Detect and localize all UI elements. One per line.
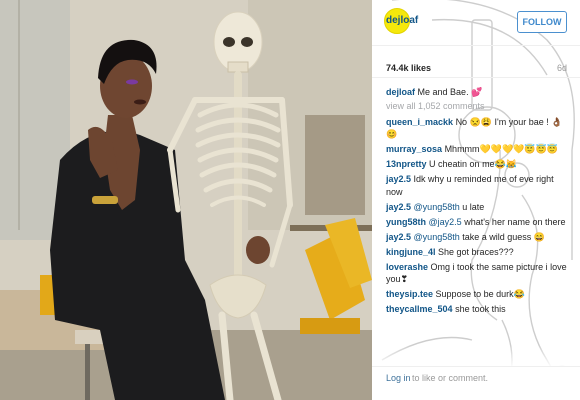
comments-fade <box>372 345 580 367</box>
comment-text: what's her name on there <box>464 216 566 227</box>
comment-item: queen_i_mackk No 😒😩 I'm your bae ! 👌🏾😊 <box>386 116 572 141</box>
comment-mention[interactable]: @yung58th <box>414 232 460 242</box>
comment-item: jay2.5 Idk why u reminded me of eve righ… <box>386 173 572 198</box>
caption-username[interactable]: dejloaf <box>386 87 415 97</box>
caption-text: Me and Bae. 💕 <box>417 87 483 97</box>
comment-text: Suppose to be durk😂 <box>435 289 525 299</box>
caption: dejloaf Me and Bae. 💕 <box>386 86 572 99</box>
follow-button[interactable]: FOLLOW <box>517 11 567 33</box>
post-username[interactable]: dejloaf <box>386 15 418 26</box>
comment-item: theysip.tee Suppose to be durk😂 <box>386 288 572 301</box>
comment-username[interactable]: murray_sosa <box>386 144 442 154</box>
post-photo <box>0 0 372 400</box>
comment-text: U cheatin on me😂😹 <box>429 159 517 169</box>
comment-username[interactable]: 13npretty <box>386 159 427 169</box>
comment-mention[interactable]: @jay2.5 <box>429 217 462 227</box>
comment-username[interactable]: theycallme_504 <box>386 304 453 314</box>
login-prompt-text: to like or comment. <box>412 373 489 383</box>
comment-item: murray_sosa Mhmmm💛💛💛💛😇😇😇 <box>386 143 572 156</box>
comment-item: jay2.5 @yung58th take a wild guess 😄 <box>386 231 572 244</box>
login-link[interactable]: Log in <box>386 373 411 383</box>
comment-username[interactable]: jay2.5 <box>386 174 411 184</box>
comment-mention[interactable]: @yung58th <box>414 202 460 212</box>
comment-username[interactable]: jay2.5 <box>386 232 411 242</box>
post-panel: dejloaf FOLLOW 74.4k likes 6d dejloaf Me… <box>372 0 580 400</box>
comments-list: dejloaf Me and Bae. 💕 view all 1,052 com… <box>386 86 572 318</box>
comment-username[interactable]: jay2.5 <box>386 202 411 212</box>
post-meta: 74.4k likes 6d <box>372 56 580 78</box>
comment-text: Mhmmm💛💛💛💛😇😇😇 <box>444 144 558 154</box>
comment-username[interactable]: kingjune_4l <box>386 247 436 257</box>
post-header: dejloaf FOLLOW <box>372 0 580 46</box>
comment-username[interactable]: queen_i_mackk <box>386 117 453 127</box>
comment-item: kingjune_4l She got braces??? <box>386 246 572 259</box>
post-age[interactable]: 6d <box>557 63 567 73</box>
comment-item: jay2.5 @yung58th u late <box>386 201 572 214</box>
comment-item: loverashe Omg i took the same picture i … <box>386 261 572 286</box>
comment-text: Idk why u reminded me of eve right now <box>386 174 554 197</box>
view-all-comments-link[interactable]: view all 1,052 comments <box>386 101 572 111</box>
comment-text: She got braces??? <box>438 246 514 257</box>
likes-count[interactable]: 74.4k likes <box>386 63 431 73</box>
photo-scene <box>0 0 372 400</box>
comment-username[interactable]: theysip.tee <box>386 289 433 299</box>
comment-username[interactable]: loverashe <box>386 262 428 272</box>
comment-item: yung58th @jay2.5 what's her name on ther… <box>386 216 572 229</box>
comment-text: take a wild guess 😄 <box>462 231 545 242</box>
comment-text: she took this <box>455 304 506 314</box>
comment-text: u late <box>462 201 485 212</box>
comment-item: 13npretty U cheatin on me😂😹 <box>386 158 572 171</box>
comment-username[interactable]: yung58th <box>386 217 426 227</box>
comment-item: theycallme_504 she took this <box>386 303 572 316</box>
post-footer: Log in to like or comment. <box>372 366 580 400</box>
